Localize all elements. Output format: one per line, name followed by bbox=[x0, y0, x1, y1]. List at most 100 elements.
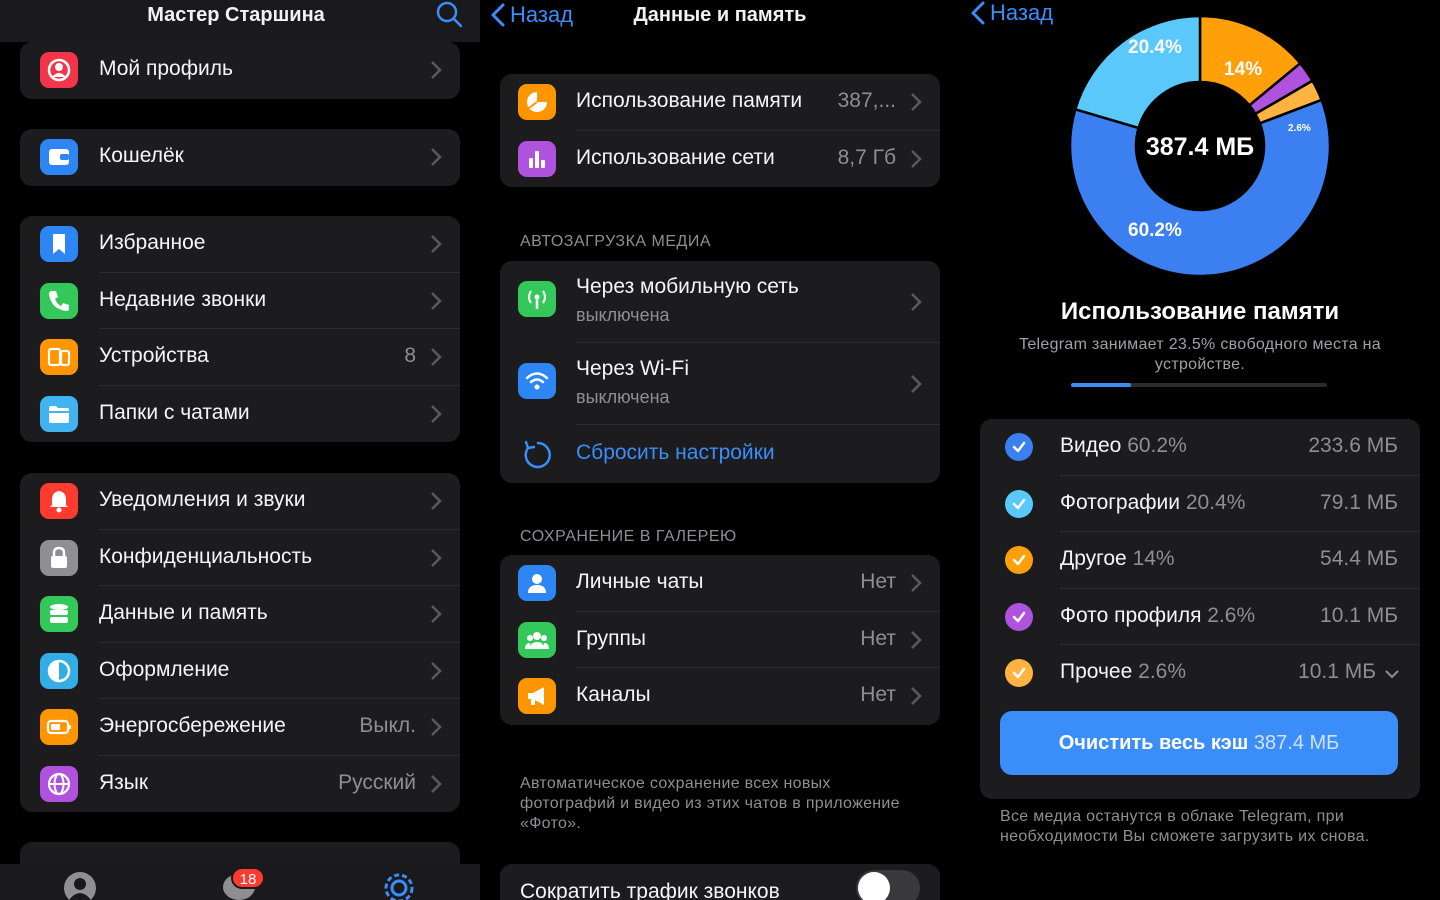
autoload-mobile-row[interactable]: Через мобильную сеть выключена bbox=[500, 261, 940, 343]
autoload-mobile-status: выключена bbox=[576, 305, 670, 325]
profile-group: Мой профиль bbox=[20, 42, 460, 99]
bookmark-icon bbox=[40, 226, 78, 262]
megaphone-icon bbox=[518, 678, 556, 714]
tab-contacts-icon[interactable] bbox=[62, 870, 98, 900]
category-size: 54.4 МБ bbox=[1320, 547, 1398, 570]
checkbox-checked-icon[interactable] bbox=[1005, 659, 1033, 687]
checkbox-checked-icon[interactable] bbox=[1005, 433, 1033, 461]
chevron-right-icon bbox=[911, 149, 922, 168]
chevron-right-icon bbox=[911, 375, 922, 393]
row-label: Недавние звонки bbox=[99, 287, 267, 311]
chevron-left-icon bbox=[491, 3, 505, 27]
back-button[interactable]: Назад bbox=[490, 2, 573, 28]
category-percent: 2.6% bbox=[1138, 660, 1187, 683]
features-group: Избранное Недавние звонки Устройства 8 Папки… bbox=[20, 216, 460, 442]
category-name: Фото профиля 2.6% bbox=[1060, 603, 1256, 627]
toggle-knob bbox=[858, 872, 890, 900]
wifi-icon bbox=[518, 363, 556, 399]
checkbox-checked-icon[interactable] bbox=[1005, 602, 1033, 631]
list-row-notification[interactable]: Уведомления и звуки bbox=[20, 473, 460, 530]
category-size: 10.1 МБ bbox=[1298, 660, 1376, 683]
tab-settings-icon[interactable] bbox=[381, 870, 417, 900]
row-value: 8 bbox=[404, 344, 416, 367]
devices-icon bbox=[40, 339, 78, 375]
category-size: 79.1 МБ bbox=[1320, 490, 1398, 514]
list-row-battery[interactable]: Энергосбережение Выкл. bbox=[20, 699, 460, 756]
autoload-mobile-label: Через мобильную сеть bbox=[576, 275, 799, 298]
usage-group: Использование памяти 387,... Использование… bbox=[500, 74, 940, 187]
gallery-section-header: СОХРАНЕНИЕ В ГАЛЕРЕЮ bbox=[520, 528, 737, 545]
row-label: Кошелёк bbox=[99, 144, 184, 167]
list-row-megaphone[interactable]: Каналы Нет bbox=[500, 668, 940, 725]
list-row-phone[interactable]: Недавние звонки bbox=[20, 273, 460, 329]
search-icon[interactable] bbox=[434, 0, 464, 30]
chevron-right-icon bbox=[431, 148, 442, 166]
list-row-bookmark[interactable]: Избранное bbox=[20, 216, 460, 273]
row-label: Данные и память bbox=[99, 601, 268, 624]
list-row-lock[interactable]: Конфиденциальность bbox=[20, 530, 460, 586]
row-value: 8,7 Гб bbox=[837, 145, 896, 169]
storage-title: Использование памяти bbox=[1060, 298, 1340, 325]
chevron-right-icon bbox=[431, 661, 442, 680]
checkbox-checked-icon[interactable] bbox=[1005, 546, 1033, 574]
clear-cache-button[interactable]: Очистить весь кэш 387.4 МБ bbox=[1000, 711, 1398, 775]
row-label: Использование памяти bbox=[576, 89, 803, 112]
chevron-right-icon bbox=[911, 293, 922, 311]
category-percent: 14% bbox=[1132, 547, 1175, 570]
list-row-database[interactable]: Данные и память bbox=[20, 586, 460, 643]
clear-cache-size: 387.4 МБ bbox=[1253, 732, 1340, 754]
chevron-right-icon bbox=[431, 235, 442, 253]
storage-category-row[interactable]: Прочее 2.6% 10.1 МБ bbox=[980, 645, 1420, 702]
donut-percent-label: 20.4% bbox=[1128, 37, 1182, 58]
row-label: Конфиденциальность bbox=[99, 544, 313, 568]
storage-footnote: Все медиа останутся в облаке Telegram, п… bbox=[1000, 808, 1370, 845]
storage-category-row[interactable]: Другое 14% 54.4 МБ bbox=[980, 532, 1420, 589]
storage-category-row[interactable]: Фотографии 20.4% 79.1 МБ bbox=[980, 476, 1420, 532]
donut-percent-label: 2.6% bbox=[1288, 123, 1311, 134]
appearance-icon bbox=[40, 652, 78, 689]
reduce-calls-toggle[interactable] bbox=[856, 870, 920, 900]
list-row-globe[interactable]: Язык Русский bbox=[20, 756, 460, 813]
row-label: Использование сети bbox=[576, 145, 775, 169]
phone-icon bbox=[40, 282, 78, 319]
checkbox-checked-icon[interactable] bbox=[1005, 489, 1033, 518]
cellular-icon bbox=[518, 281, 556, 317]
donut-total-label: 387.4 МБ bbox=[1146, 133, 1254, 161]
autoload-wifi-row[interactable]: Через Wi-Fi выключена bbox=[500, 343, 940, 425]
chevron-right-icon bbox=[431, 605, 442, 623]
category-size: 233.6 МБ bbox=[1308, 434, 1398, 457]
chevron-right-icon bbox=[911, 574, 922, 592]
list-row-group[interactable]: Группы Нет bbox=[500, 612, 940, 668]
lock-icon bbox=[40, 539, 78, 576]
list-row-bar-chart[interactable]: Использование сети 8,7 Гб bbox=[500, 131, 940, 188]
chevron-down-icon[interactable] bbox=[1384, 669, 1400, 679]
list-row-person[interactable]: Личные чаты Нет bbox=[500, 555, 940, 612]
row-label: Группы bbox=[576, 626, 646, 650]
profile-icon bbox=[40, 52, 78, 88]
chevron-right-icon bbox=[911, 93, 922, 111]
back-label: Назад bbox=[990, 0, 1054, 25]
clear-cache-label: Очистить весь кэш bbox=[1058, 732, 1249, 754]
list-row-appearance[interactable]: Оформление bbox=[20, 643, 460, 699]
list-row-profile[interactable]: Мой профиль bbox=[20, 42, 460, 99]
back-button[interactable]: Назад bbox=[970, 0, 1053, 26]
list-row-devices[interactable]: Устройства 8 bbox=[20, 329, 460, 386]
storage-category-row[interactable]: Фото профиля 2.6% 10.1 МБ bbox=[980, 589, 1420, 645]
list-row-pie[interactable]: Использование памяти 387,... bbox=[500, 74, 940, 131]
reset-settings-row[interactable]: Сбросить настройки bbox=[500, 425, 940, 483]
settings-panel: Мастер Старшина Мой профиль Кошелёк Избр… bbox=[0, 0, 480, 900]
reduce-calls-group: Сократить трафик звонков bbox=[500, 864, 940, 900]
autoload-wifi-label: Через Wi-Fi bbox=[576, 357, 690, 380]
group-icon bbox=[518, 621, 556, 658]
autoload-section-header: АВТОЗАГРУЗКА МЕДИА bbox=[520, 233, 712, 250]
reset-icon bbox=[524, 440, 551, 469]
storage-subtitle: Telegram занимает 23.5% свободного места… bbox=[1019, 336, 1381, 373]
list-row-folder[interactable]: Папки с чатами bbox=[20, 386, 460, 443]
pie-icon bbox=[518, 84, 556, 120]
chevron-right-icon bbox=[431, 774, 442, 793]
person-icon bbox=[518, 565, 556, 601]
storage-category-row[interactable]: Видео 60.2% 233.6 МБ bbox=[980, 419, 1420, 476]
list-row-wallet[interactable]: Кошелёк bbox=[20, 129, 460, 186]
storage-donut-chart: 387.4 МБ 20.4% 14% 2.6% 60.2% bbox=[1068, 14, 1332, 278]
progress-fill bbox=[1071, 383, 1132, 387]
